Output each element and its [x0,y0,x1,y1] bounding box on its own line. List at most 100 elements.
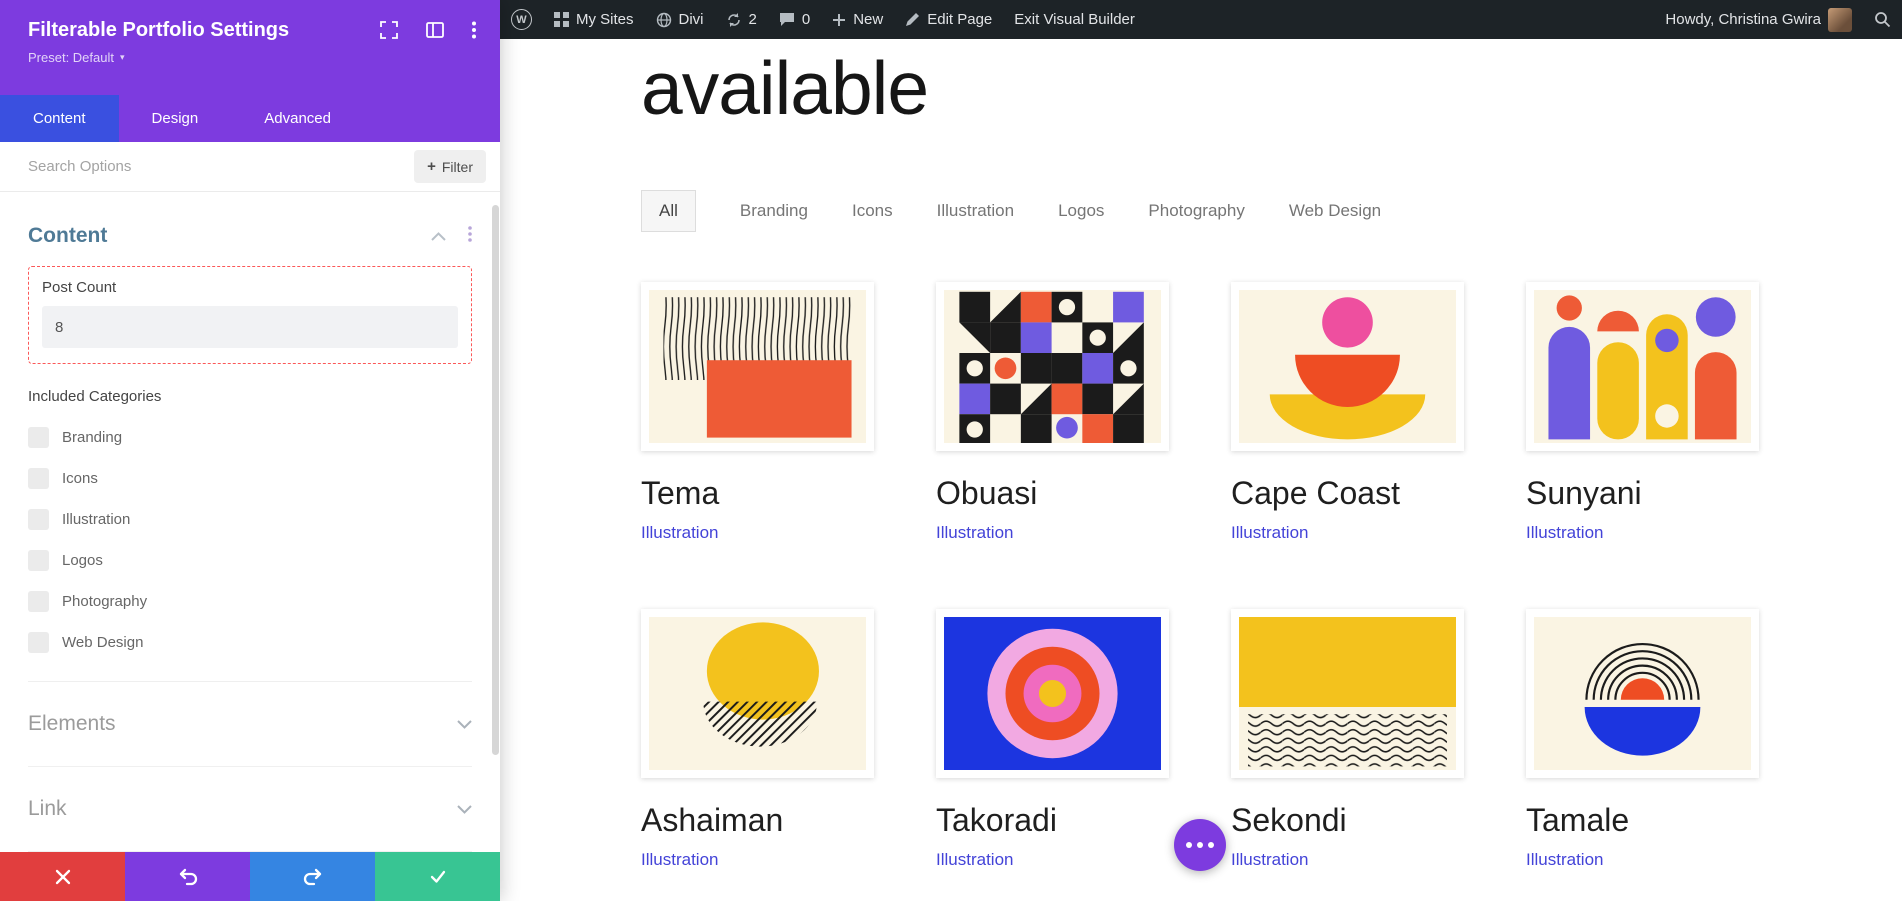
elements-section-toggle[interactable]: Elements [28,682,472,767]
project-category-link[interactable]: Illustration [641,523,874,543]
preset-label: Preset: Default [28,50,114,65]
comments-count: 0 [802,11,810,28]
howdy-label: Howdy, Christina Gwira [1665,11,1821,28]
new-content-menu[interactable]: New [821,0,894,39]
category-checkbox-logos[interactable] [28,550,49,571]
project-category-link[interactable]: Illustration [641,850,874,870]
project-title[interactable]: Obuasi [936,475,1169,512]
project-thumbnail-tamale[interactable] [1526,609,1759,778]
filter-web-design[interactable]: Web Design [1289,191,1381,231]
save-button[interactable] [375,852,500,901]
project-thumbnail-sunyani[interactable] [1526,282,1759,451]
redo-icon [302,867,324,887]
filter-button-label: Filter [442,159,473,175]
artwork-ashaiman [649,617,866,770]
project-title[interactable]: Sunyani [1526,475,1759,512]
project-title[interactable]: Tema [641,475,874,512]
updates-icon [726,12,742,28]
filter-logos[interactable]: Logos [1058,191,1104,231]
comments-icon [779,12,795,27]
artwork-takoradi [944,617,1161,770]
adminbar-search[interactable] [1863,0,1902,39]
project-category-link[interactable]: Illustration [1526,850,1759,870]
category-checkbox-web-design[interactable] [28,632,49,653]
category-checkbox-photography[interactable] [28,591,49,612]
filter-icons[interactable]: Icons [852,191,893,231]
caret-down-icon: ▾ [120,52,125,63]
divi-label: Divi [679,11,704,28]
project-title[interactable]: Ashaiman [641,802,874,839]
tab-content[interactable]: Content [0,95,119,142]
project-title[interactable]: Cape Coast [1231,475,1464,512]
portfolio-item: Takoradi Illustration [936,609,1169,870]
tab-advanced[interactable]: Advanced [231,95,364,142]
category-checkbox-branding[interactable] [28,427,49,448]
project-category-link[interactable]: Illustration [936,850,1169,870]
filter-illustration[interactable]: Illustration [937,191,1014,231]
content-section-toggle[interactable]: Content [28,192,472,248]
chevron-down-icon [457,805,472,814]
artwork-cape-coast [1239,290,1456,443]
panel-footer-actions [0,852,500,901]
options-filter-button[interactable]: + Filter [414,150,486,183]
project-title[interactable]: Takoradi [936,802,1169,839]
panel-body: Content Post Count Included Categories B… [0,192,500,852]
portfolio-item: Sunyani Illustration [1526,282,1759,543]
category-label: Logos [62,552,103,569]
exit-visual-builder[interactable]: Exit Visual Builder [1003,0,1146,39]
redo-button[interactable] [250,852,375,901]
post-count-input[interactable] [42,306,458,348]
my-sites-label: My Sites [576,11,634,28]
filter-branding[interactable]: Branding [740,191,808,231]
pencil-icon [905,12,920,27]
category-checkbox-illustration[interactable] [28,509,49,530]
howdy-account-menu[interactable]: Howdy, Christina Gwira [1654,0,1863,39]
discard-changes-button[interactable] [0,852,125,901]
close-icon [54,868,72,886]
snap-panel-icon[interactable] [426,22,444,38]
project-category-link[interactable]: Illustration [1231,850,1464,870]
filterable-portfolio-settings-panel: Filterable Portfolio Settings Preset: De… [0,0,500,901]
tab-design[interactable]: Design [119,95,232,142]
comments-menu[interactable]: 0 [768,0,821,39]
category-row: Branding [28,417,472,458]
filter-all[interactable]: All [641,190,696,232]
project-thumbnail-ashaiman[interactable] [641,609,874,778]
divi-menu[interactable]: Divi [645,0,715,39]
panel-tabs: Content Design Advanced [0,95,500,142]
project-thumbnail-sekondi[interactable] [1231,609,1464,778]
undo-button[interactable] [125,852,250,901]
preset-selector[interactable]: Preset: Default ▾ [28,50,125,65]
expand-modal-icon[interactable] [380,21,398,39]
edit-page-menu[interactable]: Edit Page [894,0,1003,39]
my-sites-menu[interactable]: My Sites [543,0,645,39]
filter-photography[interactable]: Photography [1148,191,1244,231]
project-thumbnail-takoradi[interactable] [936,609,1169,778]
updates-menu[interactable]: 2 [715,0,768,39]
portfolio-item: Obuasi Illustration [936,282,1169,543]
page-settings-dots-button[interactable] [1174,819,1226,871]
link-section-title: Link [28,797,67,821]
project-thumbnail-tema[interactable] [641,282,874,451]
category-row: Icons [28,458,472,499]
link-section-toggle[interactable]: Link [28,767,472,852]
post-count-label: Post Count [42,279,458,296]
options-search-row: + Filter [0,142,500,192]
project-category-link[interactable]: Illustration [936,523,1169,543]
project-thumbnail-cape-coast[interactable] [1231,282,1464,451]
category-label: Icons [62,470,98,487]
project-title[interactable]: Sekondi [1231,802,1464,839]
project-category-link[interactable]: Illustration [1231,523,1464,543]
project-title[interactable]: Tamale [1526,802,1759,839]
search-options-input[interactable] [28,158,414,175]
panel-kebab-menu-icon[interactable] [472,21,476,39]
section-kebab-menu-icon[interactable] [468,226,472,247]
portfolio-item: Cape Coast Illustration [1231,282,1464,543]
project-category-link[interactable]: Illustration [1526,523,1759,543]
wp-logo-menu[interactable]: W [500,0,543,39]
panel-scrollbar-thumb[interactable] [492,205,499,755]
category-checkbox-icons[interactable] [28,468,49,489]
project-thumbnail-obuasi[interactable] [936,282,1169,451]
category-label: Web Design [62,634,143,651]
post-count-field-modified: Post Count [28,266,472,364]
